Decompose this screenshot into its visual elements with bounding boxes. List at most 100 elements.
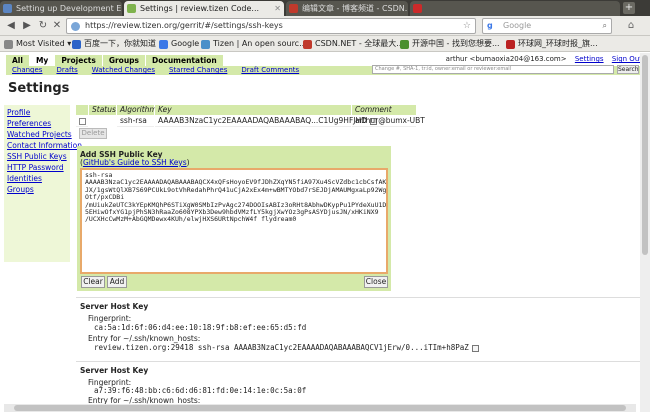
sidebar-item-ssh-public-keys[interactable]: SSH Public Keys (7, 152, 67, 162)
bookmark-item[interactable]: 百度一下，你就知道 (72, 38, 156, 50)
search-button[interactable]: Search (617, 65, 639, 74)
public-key-textarea[interactable]: ssh-rsa AAAAB3NzaC1yc2EAAAADAQABAAABAQCX… (80, 168, 388, 274)
clear-button[interactable]: Clear (81, 276, 105, 288)
tizen-icon (201, 40, 210, 49)
horizontal-scrollbar[interactable] (4, 404, 636, 412)
host-key-title: Server Host Key (80, 366, 149, 375)
table-header-key: Key (155, 105, 351, 115)
search-box[interactable]: g Google ⌕ (482, 18, 612, 34)
submenu-changes[interactable]: Changes (12, 66, 42, 75)
google-icon[interactable]: g (487, 19, 493, 33)
bookmark-item[interactable]: Most Visited ▾ (4, 38, 71, 50)
scroll-thumb[interactable] (14, 405, 626, 411)
close-button[interactable]: Close (364, 276, 388, 288)
bookmark-item[interactable]: 环球网_环球时报_旗... (506, 38, 598, 50)
page-title: Settings (8, 81, 70, 96)
menu-my[interactable]: My (29, 55, 56, 66)
site-identity-icon[interactable] (71, 22, 80, 31)
sidebar-item-watched-projects[interactable]: Watched Projects (7, 130, 72, 140)
tab-label: Setting up Development En... (16, 4, 122, 13)
sign-out-link[interactable]: Sign Out (612, 55, 642, 63)
bookmark-folder-icon (4, 40, 13, 49)
oschina-icon (400, 40, 409, 49)
submenu-watched-changes[interactable]: Watched Changes (92, 66, 155, 75)
submenu-draft-comments[interactable]: Draft Comments (241, 66, 299, 75)
menu-documentation[interactable]: Documentation (146, 55, 224, 66)
browser-tab-4[interactable] (410, 1, 620, 16)
url-bar[interactable]: https://review.tizen.org/gerrit/#/settin… (66, 18, 476, 34)
submenu-starred-changes[interactable]: Starred Changes (169, 66, 227, 75)
sidebar-item-groups[interactable]: Groups (7, 185, 34, 195)
menu-projects[interactable]: Projects (55, 55, 103, 66)
browser-tab-1[interactable]: Setting up Development En... (0, 1, 122, 16)
sidebar-item-http-password[interactable]: HTTP Password (7, 163, 64, 173)
known-hosts-label: Entry for ~/.ssh/known_hosts: (88, 334, 201, 343)
bookmark-item[interactable]: Tizen | An open sourc... (201, 38, 307, 50)
scroll-thumb[interactable] (642, 55, 648, 255)
table-cell (76, 115, 88, 127)
new-tab-button[interactable]: + (623, 2, 635, 14)
huanqiu-icon (506, 40, 515, 49)
sidebar-item-preferences[interactable]: Preferences (7, 119, 51, 129)
tab-label: 编辑文章 - 博客频道 - CSDN... (302, 4, 408, 13)
tab-favicon (413, 4, 422, 13)
server-host-key-2: Server Host Key Fingerprint: a7:39:f6:48… (76, 361, 650, 405)
nav-bar: ◀ ▶ ↻ ✕ https://review.tizen.org/gerrit/… (0, 16, 650, 36)
change-search-input[interactable]: Change #, SHA-1, tr:id, owner:email or r… (372, 65, 614, 74)
vertical-scrollbar[interactable] (640, 53, 650, 412)
ssh-guide-link[interactable]: GitHub's Guide to SSH Keys (83, 158, 187, 167)
sidebar-item-identities[interactable]: Identities (7, 174, 42, 184)
table-header-comment: Comment (352, 105, 416, 115)
ssh-guide-line: (GitHub's Guide to SSH Keys) (80, 158, 190, 167)
fingerprint-label: Fingerprint: (88, 314, 132, 323)
home-icon[interactable]: ⌂ (624, 19, 638, 33)
submenu-drafts[interactable]: Drafts (56, 66, 77, 75)
copy-icon[interactable] (471, 344, 479, 352)
tab-favicon (3, 4, 12, 13)
browser-tab-3[interactable]: 编辑文章 - 博客频道 - CSDN... (286, 1, 408, 16)
close-tab-icon[interactable]: ✕ (274, 1, 281, 16)
tab-label: Settings | review.tizen Code... (140, 4, 260, 13)
tab-favicon (289, 4, 298, 13)
search-placeholder: Google (503, 21, 532, 30)
bookmark-star-icon[interactable]: ☆ (463, 19, 471, 33)
key-text: AAAAB3NzaC1yc2EAAAADAQABAAABAQ...C1Ug9HF… (158, 116, 367, 125)
settings-sidebar: Profile Preferences Watched Projects Con… (4, 105, 82, 262)
table-header-status: Status (89, 105, 116, 115)
row-checkbox[interactable] (79, 117, 86, 125)
reload-icon[interactable]: ↻ (36, 19, 50, 33)
sidebar-item-profile[interactable]: Profile (7, 108, 30, 118)
tab-bar: Setting up Development En... Settings | … (0, 0, 650, 16)
add-button[interactable]: Add (107, 276, 127, 288)
google-icon (159, 40, 168, 49)
table-cell-algorithm: ssh-rsa (117, 115, 154, 127)
tab-favicon (127, 4, 136, 13)
table-cell-comment: arthur@bumx-UBT (352, 115, 425, 127)
sidebar-item-contact-information[interactable]: Contact Information (7, 141, 82, 151)
bookmark-item[interactable]: 开源中国 - 找到您想要... (400, 38, 500, 50)
table-header-algorithm: Algorithm (117, 105, 157, 115)
fingerprint-value: ca:5a:1d:6f:06:d4:ee:10:18:9f:b8:ef:ee:6… (94, 323, 307, 332)
menu-groups[interactable]: Groups (103, 55, 147, 66)
stop-icon[interactable]: ✕ (50, 19, 64, 33)
server-host-key-1: Server Host Key Fingerprint: ca:5a:1d:6f… (76, 297, 650, 357)
fingerprint-value: a7:39:f6:48:bb:c6:6d:d6:81:fd:0e:14:1e:0… (94, 386, 307, 395)
browser-tab-2[interactable]: Settings | review.tizen Code... ✕ (124, 1, 284, 16)
user-name: arthur <bumaoxia204@163.com> (445, 55, 567, 63)
host-key-title: Server Host Key (80, 302, 149, 311)
menu-all[interactable]: All (6, 55, 30, 66)
bookmark-item[interactable]: Google (159, 38, 199, 50)
baidu-icon (72, 40, 81, 49)
csdn-icon (303, 40, 312, 49)
known-hosts-entry: review.tizen.org:29418 ssh-rsa AAAAB3Nza… (94, 343, 479, 352)
search-icon[interactable]: ⌕ (603, 19, 607, 33)
back-icon[interactable]: ◀ (4, 19, 18, 33)
forward-icon[interactable]: ▶ (20, 19, 34, 33)
bookmark-item[interactable]: CSDN.NET - 全球最大... (303, 38, 404, 50)
user-info: arthur <bumaoxia204@163.com> Settings Si… (446, 55, 642, 64)
delete-button[interactable]: Delete (79, 128, 107, 139)
top-menu: All My Projects Groups Documentation (6, 55, 224, 66)
bookmarks-bar: Most Visited ▾ 百度一下，你就知道 Google Tizen | … (0, 36, 650, 52)
settings-link[interactable]: Settings (575, 55, 604, 63)
table-cell-key: AAAAB3NzaC1yc2EAAAADAQABAAABAQ...C1Ug9HF… (155, 115, 377, 127)
